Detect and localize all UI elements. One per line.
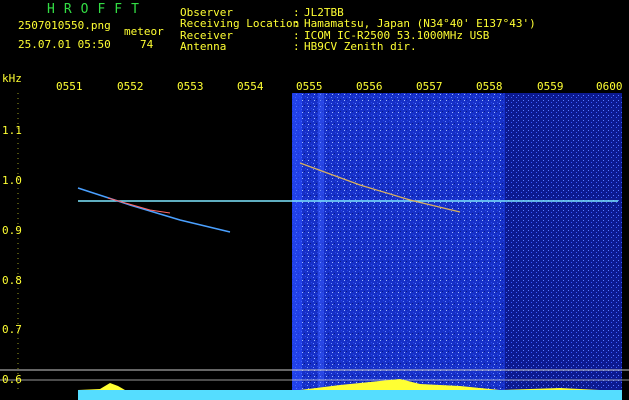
x-tick: 0558 <box>476 80 503 93</box>
x-tick: 0552 <box>117 80 144 93</box>
meteor-label: meteor <box>124 25 164 38</box>
y-tick: 1.0 <box>2 174 22 187</box>
field-value-antenna: HB9CV Zenith dir. <box>304 40 417 53</box>
y-tick: 0.9 <box>2 224 22 237</box>
field-label-antenna: Antenna <box>180 40 227 53</box>
y-tick: 0.6 <box>2 373 22 386</box>
x-tick: 0551 <box>56 80 83 93</box>
y-axis-unit: kHz <box>2 72 22 85</box>
meteor-count: 74 <box>140 38 154 51</box>
datetime: 25.07.01 05:50 <box>18 38 111 51</box>
x-tick: 0557 <box>416 80 443 93</box>
app-logo: HROFFT <box>47 2 148 17</box>
x-tick: 0554 <box>237 80 264 93</box>
x-tick: 0553 <box>177 80 204 93</box>
y-tick: 0.8 <box>2 274 22 287</box>
activity-histogram <box>78 390 622 400</box>
y-tick: 0.7 <box>2 323 22 336</box>
x-tick: 0556 <box>356 80 383 93</box>
spectrogram-plot <box>0 93 629 400</box>
x-tick: 0600 <box>596 80 623 93</box>
filename: 2507010550.png <box>18 19 111 32</box>
x-tick: 0559 <box>537 80 564 93</box>
y-tick: 1.1 <box>2 124 22 137</box>
meteor-trace <box>77 187 231 233</box>
noise-band-dim <box>505 93 622 391</box>
x-tick: 0555 <box>296 80 323 93</box>
